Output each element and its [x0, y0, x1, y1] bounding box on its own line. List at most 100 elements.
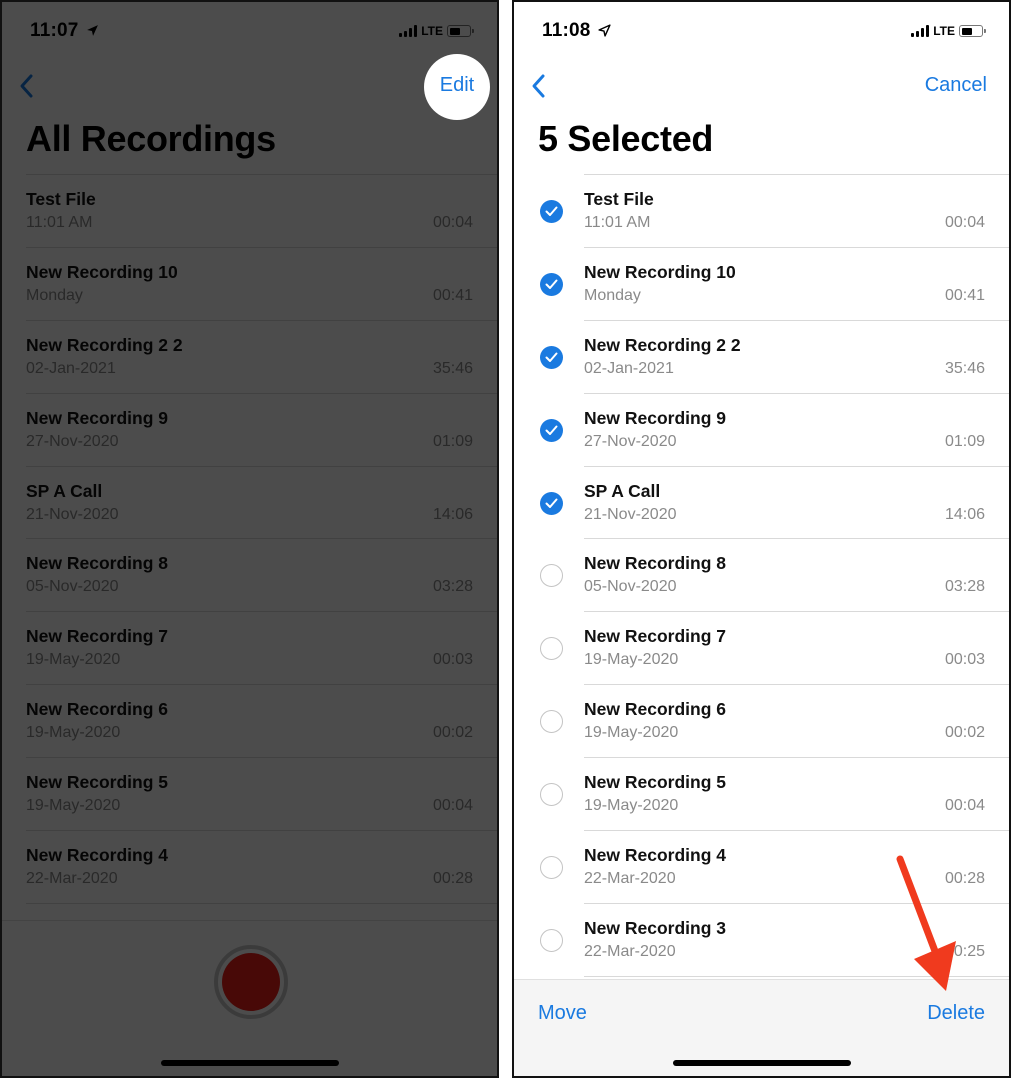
recording-date: 05-Nov-2020: [26, 578, 119, 596]
empty-circle-icon[interactable]: [540, 637, 563, 661]
recording-title: New Recording 6: [584, 699, 726, 720]
recordings-list: Test File 11:01 AM 00:04 New Recording 10 Mo…: [514, 174, 1009, 1049]
status-time: 11:08: [542, 20, 591, 41]
recording-date: 19-May-2020: [26, 797, 121, 815]
panel-separator: [499, 0, 512, 1078]
recording-date: 19-May-2020: [584, 724, 679, 742]
empty-circle-icon[interactable]: [540, 783, 563, 807]
recording-row[interactable]: SP A Call 21-Nov-2020 14:06: [2, 465, 497, 539]
recording-duration: 00:25: [944, 942, 985, 960]
recording-row[interactable]: New Recording 9 27-Nov-2020 01:09: [2, 392, 497, 466]
recording-duration: 00:28: [432, 870, 473, 888]
recording-row[interactable]: New Recording 8 05-Nov-2020 03:28: [514, 538, 1009, 611]
recording-title: New Recording 10: [26, 261, 178, 282]
checkmark-circle-filled-icon[interactable]: [540, 200, 563, 223]
recording-date: 02-Jan-2021: [584, 359, 674, 377]
recording-duration: 00:02: [432, 724, 473, 742]
checkmark-circle-filled-icon[interactable]: [540, 418, 563, 442]
recording-date: 05-Nov-2020: [584, 578, 677, 596]
recording-row[interactable]: New Recording 7 19-May-2020 00:03: [2, 611, 497, 684]
cancel-button[interactable]: Cancel: [925, 74, 987, 97]
edit-button[interactable]: Edit: [424, 74, 490, 97]
recording-date: 11:01 AM: [26, 214, 93, 231]
status-indicators: LTE: [399, 24, 474, 38]
recording-title: New Recording 8: [26, 553, 168, 574]
empty-circle-icon[interactable]: [540, 928, 563, 952]
status-time: 11:07: [30, 20, 79, 41]
recording-row[interactable]: New Recording 3 22-Mar-2020 00:25: [514, 902, 1009, 976]
recording-date: 21-Nov-2020: [584, 505, 677, 523]
recording-row[interactable]: New Recording 2 2 02-Jan-2021 35:46: [2, 319, 497, 393]
empty-circle-icon[interactable]: [540, 710, 563, 734]
recording-duration: 00:04: [432, 214, 473, 231]
recording-duration: 00:02: [944, 724, 985, 742]
battery-icon: [447, 25, 474, 37]
network-type: LTE: [421, 24, 443, 38]
recording-duration: 35:46: [944, 359, 985, 377]
recording-duration: 14:06: [944, 505, 985, 523]
recording-title: New Recording 9: [584, 407, 726, 428]
recording-title: New Recording 4: [26, 845, 168, 866]
recording-row[interactable]: New Recording 5 19-May-2020 00:04: [2, 757, 497, 830]
location-arrow-outline-icon: [598, 24, 611, 37]
recording-date: 27-Nov-2020: [26, 432, 119, 450]
recording-row[interactable]: New Recording 8 05-Nov-2020 03:28: [2, 538, 497, 611]
page-title: All Recordings: [26, 118, 276, 159]
recording-title: New Recording 9: [26, 407, 168, 428]
home-indicator: [672, 1060, 851, 1066]
battery-icon: [959, 25, 986, 37]
recording-title: Test File: [26, 189, 96, 209]
recording-row[interactable]: New Recording 5 19-May-2020 00:04: [514, 757, 1009, 830]
record-icon: [222, 953, 280, 1011]
delete-button[interactable]: Delete: [927, 1002, 985, 1025]
recording-duration: 00:03: [432, 651, 473, 669]
recording-date: 02-Jan-2021: [26, 359, 116, 377]
recording-duration: 14:06: [432, 505, 473, 523]
nav-bar: [2, 62, 497, 112]
recording-title: New Recording 6: [26, 699, 168, 720]
recording-row[interactable]: New Recording 7 19-May-2020 00:03: [514, 611, 1009, 684]
recording-row[interactable]: Test File 11:01 AM 00:04: [2, 174, 497, 247]
chevron-left-icon[interactable]: [18, 72, 38, 100]
recording-title: New Recording 7: [584, 626, 726, 647]
recording-duration: 03:28: [944, 578, 985, 596]
record-button[interactable]: [214, 945, 288, 1019]
move-button[interactable]: Move: [538, 1002, 587, 1025]
empty-circle-icon[interactable]: [540, 856, 563, 880]
page-title: 5 Selected: [538, 118, 714, 159]
recording-row[interactable]: SP A Call 21-Nov-2020 14:06: [514, 465, 1009, 539]
empty-circle-icon[interactable]: [540, 564, 563, 588]
recording-date: 22-Mar-2020: [26, 870, 118, 888]
recording-row[interactable]: New Recording 10 Monday 00:41: [2, 246, 497, 320]
recording-row[interactable]: New Recording 9 27-Nov-2020 01:09: [514, 392, 1009, 466]
recording-date: 22-Mar-2020: [584, 870, 676, 888]
recordings-list: Test File 11:01 AM 00:04 New Recording 10 M…: [2, 174, 497, 976]
recording-row[interactable]: New Recording 6 19-May-2020 00:02: [2, 684, 497, 757]
checkmark-circle-filled-icon[interactable]: [540, 345, 563, 369]
recording-date: 19-May-2020: [584, 651, 679, 669]
left-screen-all-recordings: 11:07 LTE All Recordings Test File 11:01 …: [0, 0, 499, 1078]
recording-duration: 00:03: [944, 651, 985, 669]
recording-duration: 03:28: [432, 578, 473, 596]
checkmark-circle-filled-icon[interactable]: [540, 272, 563, 296]
recording-row[interactable]: New Recording 4 22-Mar-2020 00:28: [514, 830, 1009, 903]
recording-row[interactable]: New Recording 6 19-May-2020 00:02: [514, 684, 1009, 757]
recording-title: New Recording 10: [584, 261, 736, 282]
status-bar: 11:07 LTE: [2, 2, 497, 62]
chevron-left-icon[interactable]: [530, 72, 550, 100]
recording-row[interactable]: New Recording 4 22-Mar-2020 00:28: [2, 830, 497, 903]
recording-row[interactable]: New Recording 10 Monday 00:41: [514, 246, 1009, 320]
recording-row[interactable]: New Recording 2 2 02-Jan-2021 35:46: [514, 319, 1009, 393]
recording-date: 22-Mar-2020: [584, 942, 676, 960]
recording-title: New Recording 3: [584, 917, 726, 938]
recording-title: SP A Call: [26, 480, 103, 501]
recording-duration: 01:09: [944, 432, 985, 450]
checkmark-circle-filled-icon[interactable]: [540, 491, 563, 515]
recording-row[interactable]: Test File 11:01 AM 00:04: [514, 174, 1009, 247]
recording-duration: 00:41: [432, 286, 473, 304]
recording-duration: 00:04: [944, 797, 985, 815]
recording-date: 11:01 AM: [584, 214, 651, 231]
recording-date: 21-Nov-2020: [26, 505, 119, 523]
recording-title: SP A Call: [584, 480, 661, 501]
recording-date: 19-May-2020: [26, 724, 121, 742]
